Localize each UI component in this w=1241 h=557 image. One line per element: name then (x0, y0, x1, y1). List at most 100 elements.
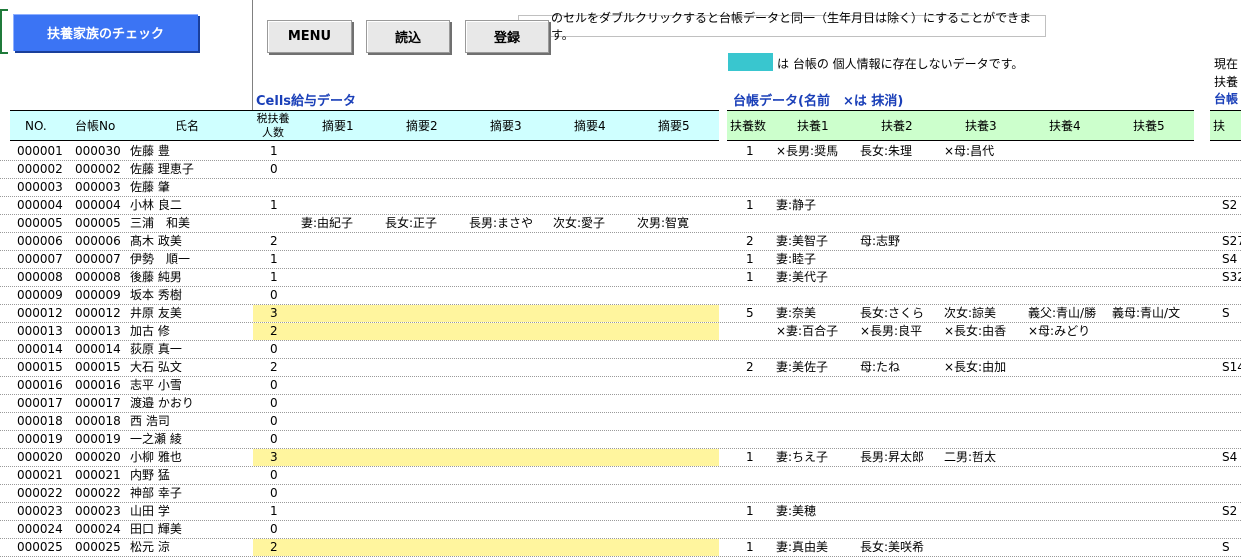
row-dependent-3-cell[interactable]: ×長女:由香 (944, 323, 1028, 340)
row-name-cell[interactable]: 志平 小雪 (130, 377, 250, 394)
row-dependent-3-cell[interactable] (944, 377, 1028, 394)
row-tax-dependents-cell[interactable]: 1 (270, 503, 278, 520)
row-name-cell[interactable]: 一之瀬 綾 (130, 431, 250, 448)
row-summary-4-cell[interactable] (553, 521, 637, 538)
row-summary-5-cell[interactable] (637, 143, 721, 160)
row-name-cell[interactable]: 佐藤 理恵子 (130, 161, 250, 178)
row-dependent-2-cell[interactable]: 母:志野 (860, 233, 944, 250)
table-row[interactable]: 000001 000030 佐藤 豊 1 1 ×長男:奨馬 長女:朱理 ×母:昌代 (0, 143, 1241, 161)
table-row[interactable]: 000008 000008 後藤 純男 1 1 妻:美代子 S32 (0, 269, 1241, 287)
row-dependent-4-cell[interactable]: ×母:みどり (1028, 323, 1112, 340)
row-ledger-no-cell[interactable]: 000025 (75, 539, 121, 556)
row-summary-1-cell[interactable] (301, 251, 385, 268)
row-dependent-5-cell[interactable] (1112, 377, 1194, 394)
row-right-cut-cell[interactable] (1222, 161, 1241, 178)
row-dependent-2-cell[interactable]: 母:たね (860, 359, 944, 376)
row-summary-3-cell[interactable] (469, 377, 553, 394)
row-no-cell[interactable]: 000025 (17, 539, 63, 556)
table-row[interactable]: 000005 000005 三浦 和美 妻:由紀子 長女:正子 長男:まさや 次女:愛子 次男… (0, 215, 1241, 233)
row-summary-2-cell[interactable]: 長女:正子 (385, 215, 469, 232)
row-dependent-3-cell[interactable] (944, 413, 1028, 430)
row-no-cell[interactable]: 000021 (17, 467, 63, 484)
row-dependent-5-cell[interactable] (1112, 287, 1194, 304)
row-dependent-3-cell[interactable] (944, 233, 1028, 250)
row-dependent-1-cell[interactable]: 妻:ちえ子 (776, 449, 860, 466)
row-dependent-2-cell[interactable]: 長女:朱理 (860, 143, 944, 160)
row-name-cell[interactable]: 神部 幸子 (130, 485, 250, 502)
row-dependent-count-cell[interactable]: 1 (746, 269, 754, 286)
row-summary-2-cell[interactable] (385, 413, 469, 430)
row-name-cell[interactable]: 田口 輝美 (130, 521, 250, 538)
row-summary-4-cell[interactable] (553, 323, 637, 340)
table-row[interactable]: 000003 000003 佐藤 肇 (0, 179, 1241, 197)
row-dependent-4-cell[interactable] (1028, 143, 1112, 160)
table-row[interactable]: 000014 000014 荻原 真一 0 (0, 341, 1241, 359)
row-summary-1-cell[interactable] (301, 395, 385, 412)
row-no-cell[interactable]: 000016 (17, 377, 63, 394)
row-summary-5-cell[interactable] (637, 521, 721, 538)
row-dependent-5-cell[interactable] (1112, 431, 1194, 448)
row-summary-1-cell[interactable] (301, 323, 385, 340)
table-row[interactable]: 000012 000012 井原 友美 3 5 妻:奈美 長女:さくら 次女:諒美 義父:青山/… (0, 305, 1241, 323)
row-summary-1-cell[interactable] (301, 269, 385, 286)
row-ledger-no-cell[interactable]: 000005 (75, 215, 121, 232)
table-row[interactable]: 000006 000006 髙木 政美 2 2 妻:美智子母:志野 S27 (0, 233, 1241, 251)
row-tax-dependents-cell[interactable]: 2 (270, 539, 278, 556)
row-no-cell[interactable]: 000008 (17, 269, 63, 286)
row-name-cell[interactable]: 内野 猛 (130, 467, 250, 484)
row-no-cell[interactable]: 000018 (17, 413, 63, 430)
row-no-cell[interactable]: 000009 (17, 287, 63, 304)
row-summary-2-cell[interactable] (385, 323, 469, 340)
row-summary-3-cell[interactable] (469, 359, 553, 376)
row-summary-4-cell[interactable] (553, 269, 637, 286)
row-summary-5-cell[interactable] (637, 359, 721, 376)
row-ledger-no-cell[interactable]: 000009 (75, 287, 121, 304)
row-dependent-1-cell[interactable] (776, 485, 860, 502)
row-summary-4-cell[interactable] (553, 287, 637, 304)
row-dependent-1-cell[interactable] (776, 377, 860, 394)
row-dependent-2-cell[interactable] (860, 431, 944, 448)
row-summary-2-cell[interactable] (385, 197, 469, 214)
row-ledger-no-cell[interactable]: 000002 (75, 161, 121, 178)
row-ledger-no-cell[interactable]: 000013 (75, 323, 121, 340)
row-dependent-4-cell[interactable] (1028, 485, 1112, 502)
row-summary-3-cell[interactable] (469, 485, 553, 502)
row-dependent-4-cell[interactable] (1028, 179, 1112, 196)
row-dependent-1-cell[interactable]: 妻:静子 (776, 197, 860, 214)
row-dependent-5-cell[interactable] (1112, 503, 1194, 520)
row-dependent-5-cell[interactable]: 義母:青山/文 (1112, 305, 1194, 322)
row-summary-3-cell[interactable] (469, 233, 553, 250)
row-tax-dependents-cell[interactable]: 0 (270, 431, 278, 448)
row-right-cut-cell[interactable] (1222, 485, 1241, 502)
row-dependent-count-cell[interactable]: 1 (746, 251, 754, 268)
row-summary-1-cell[interactable] (301, 143, 385, 160)
row-summary-3-cell[interactable] (469, 143, 553, 160)
row-summary-3-cell[interactable]: 長男:まさや (469, 215, 553, 232)
row-dependent-4-cell[interactable] (1028, 197, 1112, 214)
row-summary-5-cell[interactable] (637, 413, 721, 430)
row-dependent-1-cell[interactable] (776, 431, 860, 448)
row-summary-3-cell[interactable] (469, 341, 553, 358)
row-summary-5-cell[interactable] (637, 269, 721, 286)
row-dependent-4-cell[interactable] (1028, 539, 1112, 556)
row-right-cut-cell[interactable] (1222, 215, 1241, 232)
row-summary-2-cell[interactable] (385, 467, 469, 484)
row-ledger-no-cell[interactable]: 000006 (75, 233, 121, 250)
row-tax-dependents-cell[interactable]: 1 (270, 251, 278, 268)
row-ledger-no-cell[interactable]: 000030 (75, 143, 121, 160)
row-summary-1-cell[interactable] (301, 197, 385, 214)
row-dependent-2-cell[interactable] (860, 377, 944, 394)
row-ledger-no-cell[interactable]: 000015 (75, 359, 121, 376)
row-dependent-4-cell[interactable] (1028, 449, 1112, 466)
row-no-cell[interactable]: 000007 (17, 251, 63, 268)
row-summary-4-cell[interactable] (553, 179, 637, 196)
row-right-cut-cell[interactable] (1222, 467, 1241, 484)
row-dependent-2-cell[interactable] (860, 485, 944, 502)
row-summary-1-cell[interactable] (301, 503, 385, 520)
row-dependent-count-cell[interactable]: 1 (746, 143, 754, 160)
row-dependent-2-cell[interactable] (860, 467, 944, 484)
row-dependent-4-cell[interactable] (1028, 431, 1112, 448)
row-ledger-no-cell[interactable]: 000022 (75, 485, 121, 502)
row-name-cell[interactable]: 佐藤 肇 (130, 179, 250, 196)
row-right-cut-cell[interactable] (1222, 287, 1241, 304)
